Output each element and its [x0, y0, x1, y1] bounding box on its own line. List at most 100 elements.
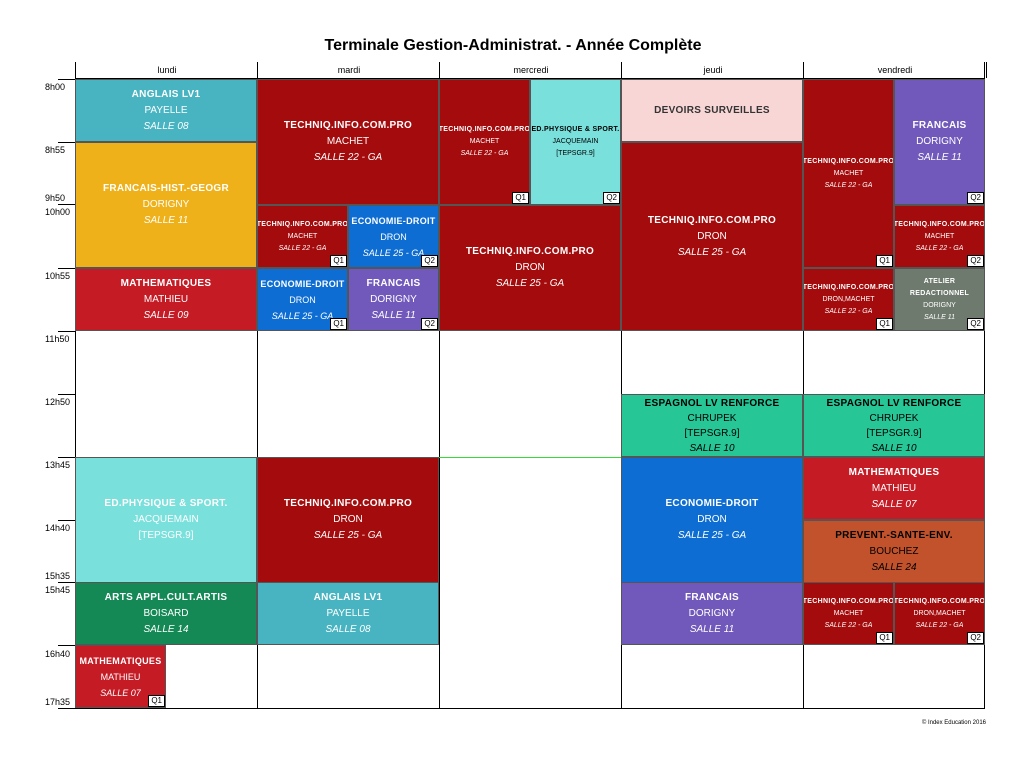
- course-block[interactable]: PREVENT.-SANTE-ENV. BOUCHEZ SALLE 24: [803, 520, 985, 583]
- course-room: SALLE 24: [871, 561, 917, 573]
- course-subject: TECHNIQ.INFO.COM.PRO: [465, 246, 595, 257]
- course-room: SALLE 22 - GA: [278, 244, 327, 252]
- course-room: SALLE 22 - GA: [915, 244, 964, 252]
- course-block[interactable]: TECHNIQ.INFO.COM.PRO MACHET SALLE 22 - G…: [257, 205, 348, 268]
- course-extra: [TEPSGR.9]: [556, 150, 595, 157]
- day-header-vendredi: vendredi: [803, 62, 987, 78]
- course-subject: ESPAGNOL LV RENFORCE: [644, 397, 780, 409]
- course-block[interactable]: TECHNIQ.INFO.COM.PRO DRON,MACHET SALLE 2…: [803, 268, 894, 331]
- course-block[interactable]: FRANCAIS DORIGNY SALLE 11 Q2: [348, 268, 439, 331]
- course-subject: TECHNIQ.INFO.COM.PRO: [803, 157, 894, 165]
- course-subject: TECHNIQ.INFO.COM.PRO: [894, 597, 985, 605]
- course-room: SALLE 22 - GA: [915, 621, 964, 629]
- timetable-title: Terminale Gestion-Administrat. - Année C…: [324, 37, 702, 54]
- course-subject: FRANCAIS: [912, 120, 967, 131]
- course-block[interactable]: TECHNIQ.INFO.COM.PRO DRON SALLE 25 - GA: [439, 205, 621, 331]
- course-block[interactable]: ATELIER REDACTIONNEL DORIGNY SALLE 11 Q2: [894, 268, 985, 331]
- course-room: SALLE 25 - GA: [271, 310, 334, 321]
- course-subject: DEVOIRS SURVEILLES: [654, 104, 770, 116]
- course-block[interactable]: DEVOIRS SURVEILLES: [621, 79, 803, 142]
- day-header-lundi: lundi: [75, 62, 258, 78]
- course-teacher: DORIGNY: [688, 607, 736, 619]
- course-block[interactable]: ESPAGNOL LV RENFORCE CHRUPEK [TEPSGR.9] …: [803, 394, 985, 457]
- course-block[interactable]: ANGLAIS LV1 PAYELLE SALLE 08: [257, 582, 439, 645]
- course-block[interactable]: ANGLAIS LV1 PAYELLE SALLE 08: [75, 79, 257, 142]
- course-room: SALLE 09: [143, 309, 189, 321]
- group-badge: Q2: [421, 318, 438, 330]
- course-block[interactable]: ECONOMIE-DROIT DRON SALLE 25 - GA: [621, 457, 803, 583]
- course-subject: ANGLAIS LV1: [313, 591, 383, 603]
- course-teacher: CHRUPEK: [687, 412, 737, 424]
- course-block[interactable]: TECHNIQ.INFO.COM.PRO DRON SALLE 25 - GA: [257, 457, 439, 583]
- course-block[interactable]: MATHEMATIQUES MATHIEU SALLE 09: [75, 268, 257, 331]
- course-room: SALLE 22 - GA: [824, 181, 873, 189]
- course-teacher: DORIGNY: [142, 199, 190, 210]
- course-block[interactable]: TECHNIQ.INFO.COM.PRO DRON SALLE 25 - GA: [621, 142, 803, 331]
- course-block[interactable]: MATHEMATIQUES MATHIEU SALLE 07: [803, 457, 985, 520]
- course-block[interactable]: ED.PHYSIQUE & SPORT. JACQUEMAIN [TEPSGR.…: [530, 79, 621, 205]
- time-label: 15h35: [45, 571, 71, 581]
- course-room: SALLE 14: [143, 623, 189, 635]
- course-subject: ED.PHYSIQUE & SPORT.: [531, 126, 620, 133]
- course-subject: ECONOMIE-DROIT: [665, 498, 759, 509]
- course-teacher: MATHIEU: [143, 293, 189, 305]
- course-block[interactable]: ED.PHYSIQUE & SPORT. JACQUEMAIN [TEPSGR.…: [75, 457, 257, 583]
- course-subject: ECONOMIE-DROIT: [260, 278, 345, 289]
- group-badge: Q1: [330, 318, 347, 330]
- course-block[interactable]: ECONOMIE-DROIT DRON SALLE 25 - GA Q1: [257, 268, 348, 331]
- course-teacher: DORIGNY: [370, 293, 417, 305]
- course-block[interactable]: TECHNIQ.INFO.COM.PRO MACHET SALLE 22 - G…: [257, 79, 439, 205]
- course-subject: PREVENT.-SANTE-ENV.: [835, 529, 953, 541]
- course-block[interactable]: ESPAGNOL LV RENFORCE CHRUPEK [TEPSGR.9] …: [621, 394, 803, 457]
- time-label: 8h55: [45, 145, 66, 155]
- time-tick: [58, 79, 75, 80]
- course-subject: TECHNIQ.INFO.COM.PRO: [803, 283, 894, 291]
- course-teacher: BOUCHEZ: [869, 545, 919, 557]
- course-block[interactable]: FRANCAIS DORIGNY SALLE 11: [621, 582, 803, 645]
- course-room: SALLE 10: [689, 442, 735, 454]
- group-badge: Q1: [876, 318, 893, 330]
- time-tick: [58, 708, 75, 709]
- course-room: SALLE 07: [100, 687, 141, 698]
- course-teacher: MACHET: [924, 232, 955, 240]
- course-block[interactable]: MATHEMATIQUES MATHIEU SALLE 07 Q1: [75, 645, 166, 708]
- course-subject: TECHNIQ.INFO.COM.PRO: [257, 220, 348, 228]
- course-block[interactable]: TECHNIQ.INFO.COM.PRO DRON,MACHET SALLE 2…: [894, 582, 985, 645]
- day-header-mardi: mardi: [257, 62, 440, 78]
- course-teacher: MACHET: [833, 169, 864, 177]
- course-teacher: DRON,MACHET: [913, 609, 966, 617]
- course-block[interactable]: TECHNIQ.INFO.COM.PRO MACHET SALLE 22 - G…: [803, 582, 894, 645]
- course-subject: ANGLAIS LV1: [131, 88, 201, 100]
- group-badge: Q2: [967, 192, 984, 204]
- course-subject: TECHNIQ.INFO.COM.PRO: [894, 220, 985, 228]
- course-teacher: MACHET: [469, 138, 500, 145]
- group-badge: Q2: [967, 255, 984, 267]
- course-teacher: JACQUEMAIN: [552, 138, 599, 145]
- course-block[interactable]: TECHNIQ.INFO.COM.PRO MACHET SALLE 22 - G…: [439, 79, 530, 205]
- course-teacher: MACHET: [326, 136, 370, 147]
- course-teacher: DRON: [515, 262, 545, 273]
- course-block[interactable]: TECHNIQ.INFO.COM.PRO MACHET SALLE 22 - G…: [894, 205, 985, 268]
- course-subject: ED.PHYSIQUE & SPORT.: [104, 498, 228, 509]
- course-block[interactable]: FRANCAIS-HIST.-GEOGR DORIGNY SALLE 11: [75, 142, 257, 268]
- time-label: 10h55: [45, 271, 71, 281]
- course-room: SALLE 25 - GA: [362, 247, 425, 258]
- time-tick: [58, 645, 75, 646]
- course-block[interactable]: FRANCAIS DORIGNY SALLE 11 Q2: [894, 79, 985, 205]
- course-room: SALLE 11: [689, 623, 735, 635]
- course-teacher: MATHIEU: [871, 482, 917, 494]
- day-header-jeudi: jeudi: [621, 62, 804, 78]
- course-teacher: DRON: [380, 231, 407, 242]
- course-teacher: DRON: [289, 294, 316, 305]
- course-subject: MATHEMATIQUES: [848, 466, 940, 478]
- course-block[interactable]: TECHNIQ.INFO.COM.PRO MACHET SALLE 22 - G…: [803, 79, 894, 268]
- course-room: SALLE 22 - GA: [824, 307, 873, 315]
- course-room: SALLE 25 - GA: [677, 530, 747, 541]
- course-block[interactable]: ECONOMIE-DROIT DRON SALLE 25 - GA Q2: [348, 205, 439, 268]
- course-block[interactable]: ARTS APPL.CULT.ARTIS BOISARD SALLE 14: [75, 582, 257, 645]
- course-subject: MATHEMATIQUES: [79, 655, 162, 666]
- course-teacher: DRON: [333, 514, 363, 525]
- timetable-grid: lundi mardi mercredi jeudi vendredi ANGL…: [75, 62, 987, 709]
- course-room: SALLE 22 - GA: [824, 621, 873, 629]
- course-room: SALLE 08: [325, 623, 371, 635]
